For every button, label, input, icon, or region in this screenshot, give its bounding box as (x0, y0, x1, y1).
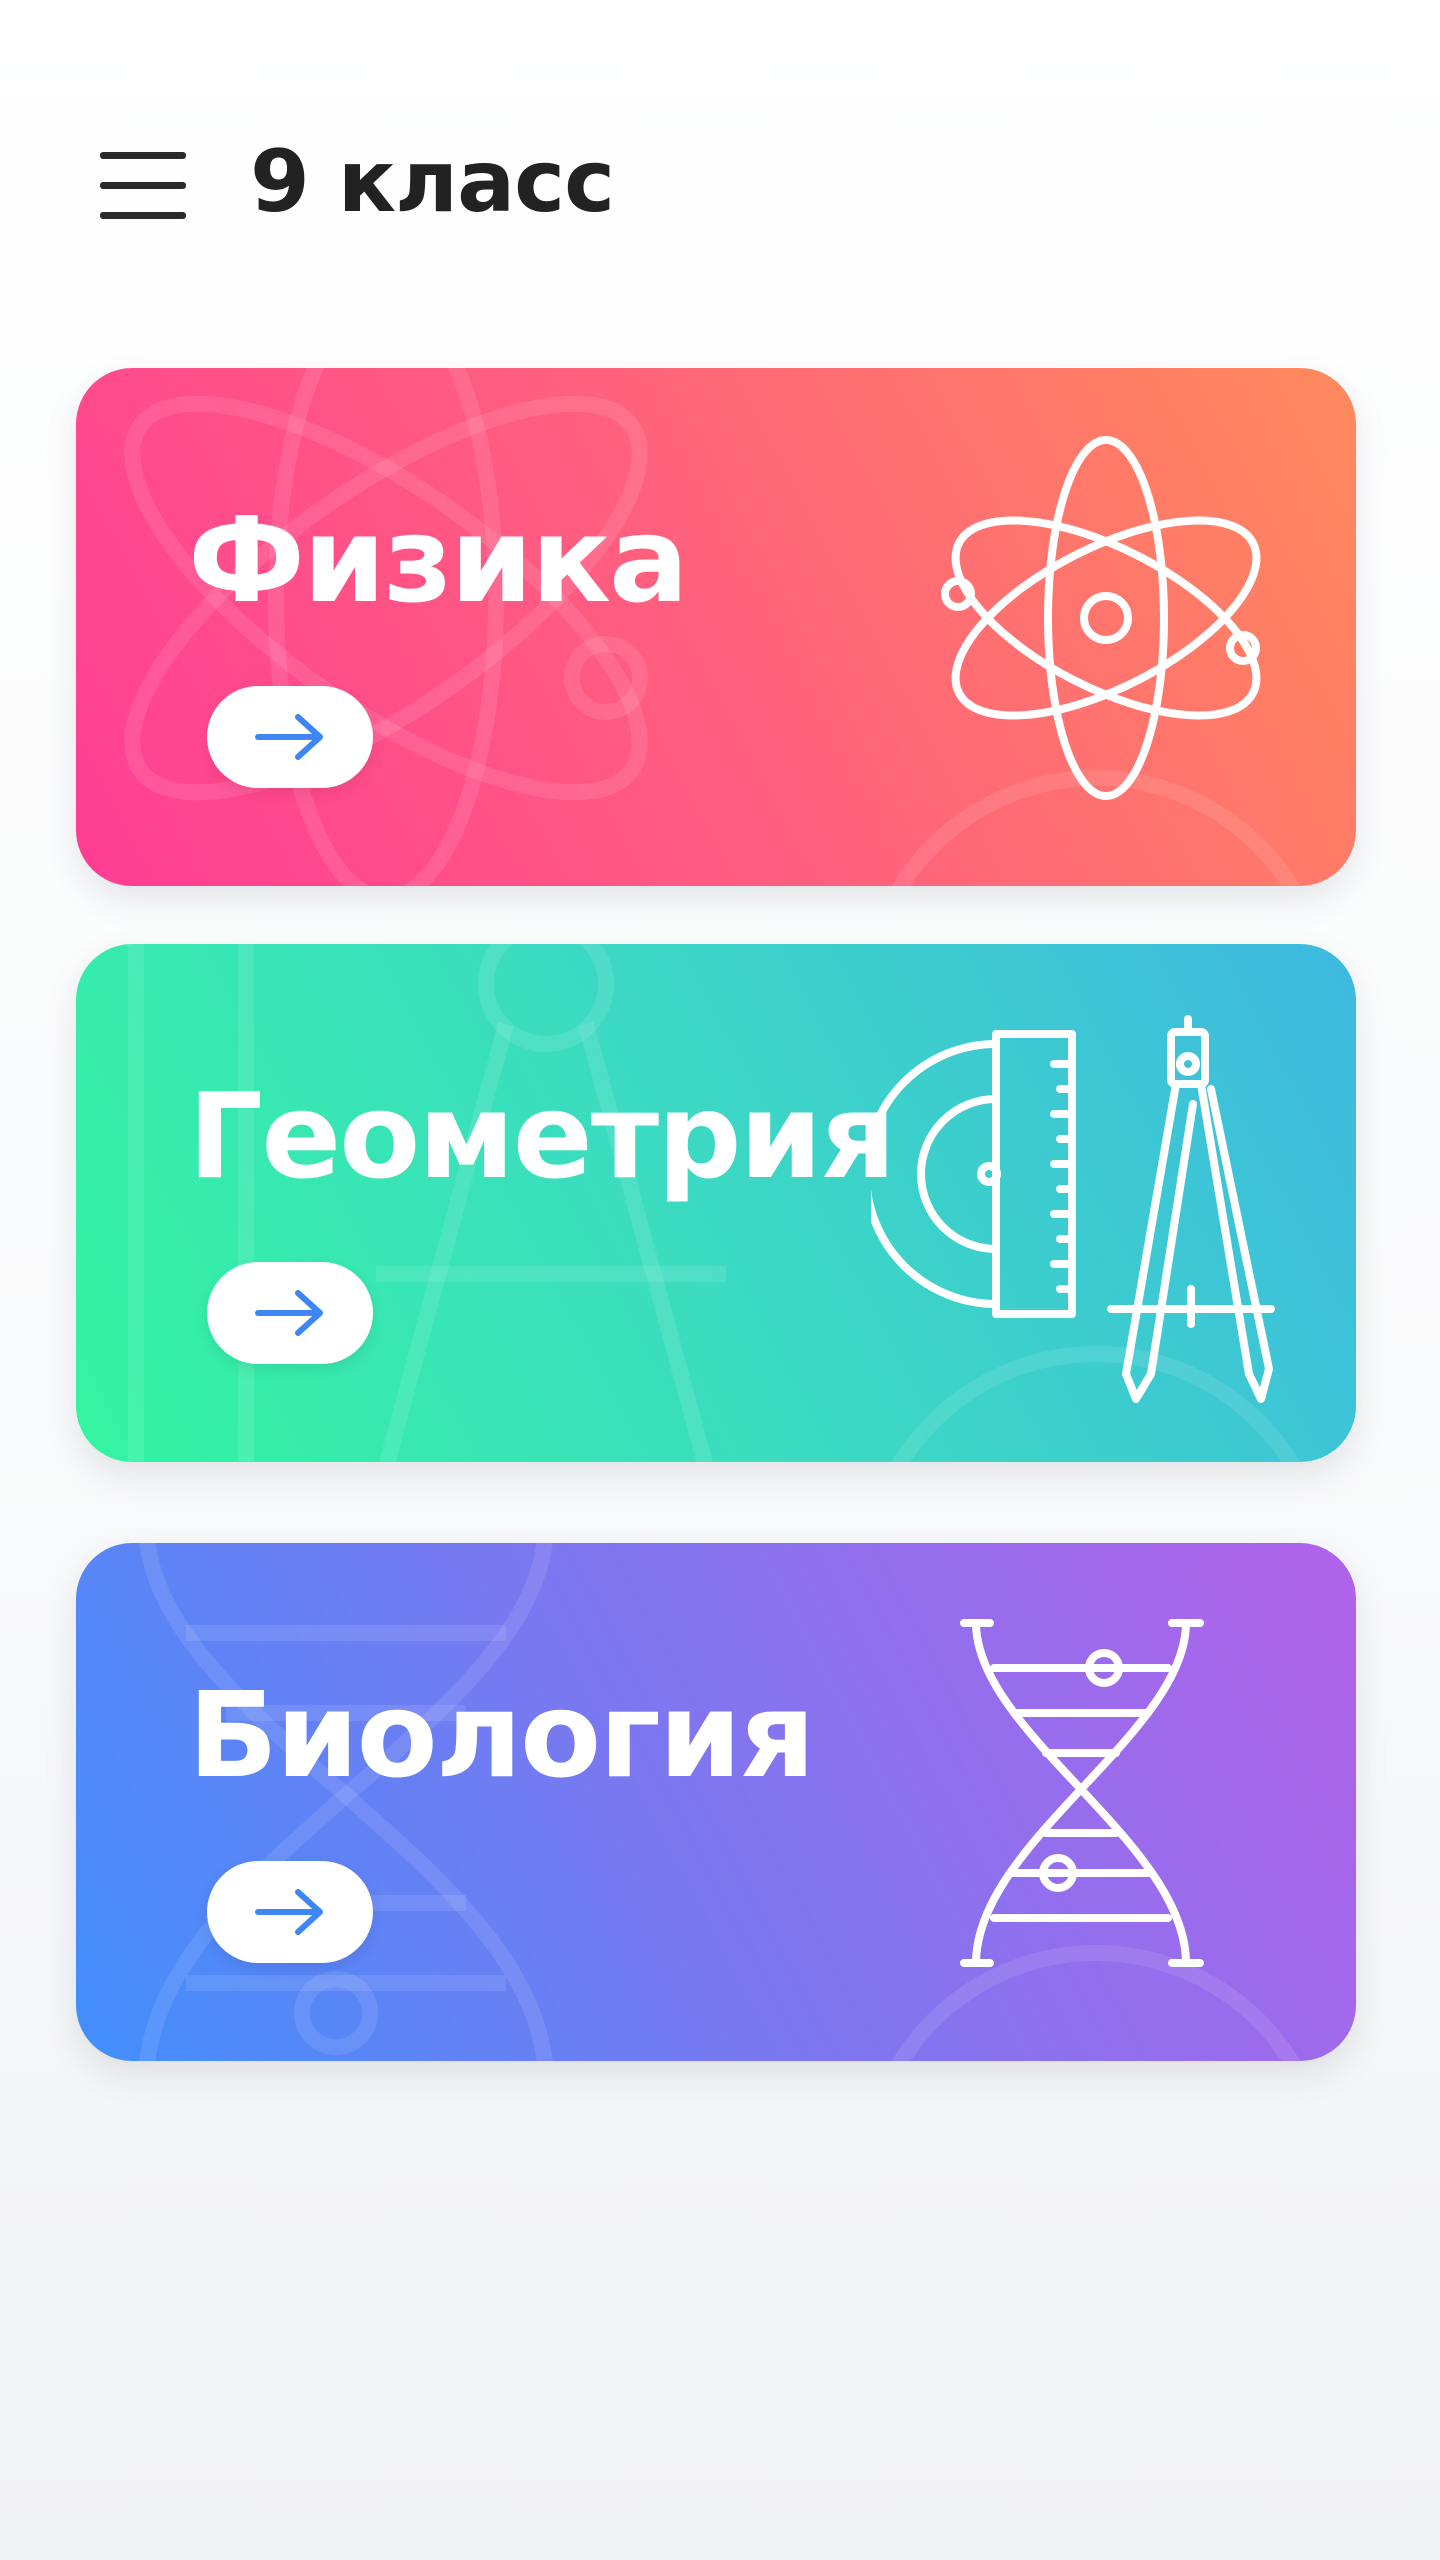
subject-card-geometry[interactable]: Геометрия (76, 944, 1356, 1462)
subject-title: Геометрия (188, 1067, 896, 1205)
subject-title: Биология (188, 1666, 815, 1804)
arrow-right-icon (255, 1889, 323, 1935)
menu-button[interactable] (96, 148, 192, 224)
subject-card-physics[interactable]: Физика (76, 368, 1356, 886)
open-physics-button[interactable] (207, 686, 373, 788)
subject-title: Физика (188, 491, 689, 629)
page-title: 9 класс (250, 132, 615, 232)
open-biology-button[interactable] (207, 1861, 373, 1963)
dna-icon (960, 1619, 1204, 1967)
hamburger-menu-icon (100, 152, 186, 219)
app-bar: 9 класс (0, 0, 1440, 340)
open-geometry-button[interactable] (207, 1262, 373, 1364)
atom-icon (941, 436, 1261, 800)
arrow-right-icon (255, 1290, 323, 1336)
ruler-compass-icon (871, 1015, 1275, 1403)
subject-card-biology[interactable]: Биология (76, 1543, 1356, 2061)
arrow-right-icon (255, 714, 323, 760)
